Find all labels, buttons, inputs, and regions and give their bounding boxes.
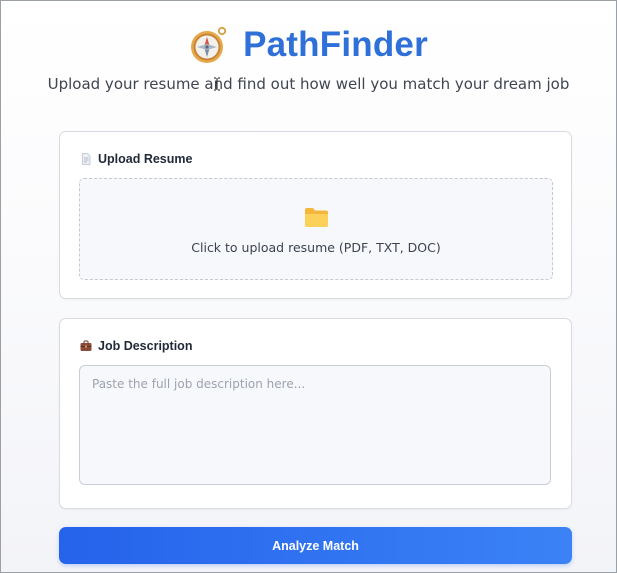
upload-resume-card: Upload Resume Click to upload resume (PD…	[59, 131, 572, 299]
upload-resume-heading: Upload Resume	[80, 152, 192, 166]
tagline: Upload your resume and find out how well…	[47, 75, 570, 93]
resume-upload-dropzone[interactable]: Click to upload resume (PDF, TXT, DOC)	[79, 178, 553, 280]
briefcase-icon	[80, 340, 92, 352]
folder-icon	[304, 207, 329, 228]
job-description-card: Job Description	[59, 318, 572, 509]
app-title: PathFinder	[243, 25, 428, 64]
app-header: PathFinder	[1, 23, 616, 67]
job-description-input[interactable]	[79, 365, 551, 485]
upload-resume-title: Upload Resume	[98, 152, 193, 166]
analyze-match-button[interactable]: Analyze Match	[59, 527, 572, 564]
dropzone-label: Click to upload resume (PDF, TXT, DOC)	[191, 240, 441, 255]
compass-icon	[189, 25, 229, 65]
job-description-title: Job Description	[98, 339, 193, 353]
app-window: PathFinder Upload your resume and find o…	[0, 0, 617, 573]
document-icon	[80, 153, 92, 165]
text-cursor-icon	[213, 77, 221, 91]
job-description-heading: Job Description	[80, 339, 192, 353]
